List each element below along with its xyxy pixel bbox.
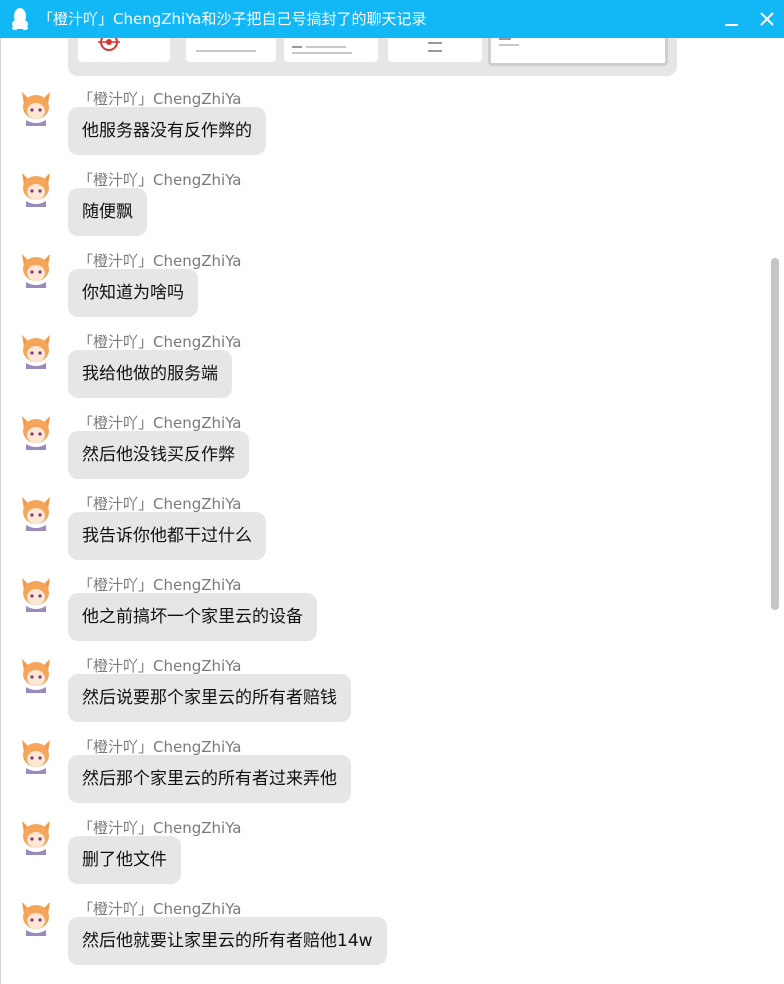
sender-name[interactable]: 「橙汁吖」ChengZhiYa [78,88,241,109]
title-bar: 「橙汁吖」ChengZhiYa和沙子把自己号搞封了的聊天记录 [0,0,784,38]
message-bubble[interactable]: 随便飘 [68,188,147,236]
avatar[interactable] [18,819,54,855]
minimize-button[interactable] [717,4,747,34]
chat-message: 「橙汁吖」ChengZhiYa 然后说要那个家里云的所有者赔钱 [1,657,784,738]
message-bubble[interactable]: 他服务器没有反作弊的 [68,107,266,155]
avatar[interactable] [18,414,54,450]
message-bubble[interactable]: 然后那个家里云的所有者过来弄他 [68,755,351,803]
image-thumbnail[interactable] [78,38,170,62]
chat-message: 「橙汁吖」ChengZhiYa 删了他文件 [1,819,784,900]
minimize-icon [725,24,738,26]
avatar[interactable] [18,252,54,288]
chat-message: 「橙汁吖」ChengZhiYa 我给他做的服务端 [1,333,784,414]
chat-message: 「橙汁吖」ChengZhiYa 然后他就要让家里云的所有者赔他14w [1,900,784,981]
scrollbar-thumb[interactable] [771,258,779,610]
image-thumbnail[interactable] [388,38,482,62]
avatar[interactable] [18,738,54,774]
image-thumbnail[interactable] [186,38,276,62]
avatar[interactable] [18,657,54,693]
chat-message: 「橙汁吖」ChengZhiYa 他服务器没有反作弊的 [1,90,784,171]
chat-message: 「橙汁吖」ChengZhiYa 随便飘 [1,171,784,252]
sender-name[interactable]: 「橙汁吖」ChengZhiYa [78,898,241,919]
sender-name[interactable]: 「橙汁吖」ChengZhiYa [78,493,241,514]
sender-name[interactable]: 「橙汁吖」ChengZhiYa [78,736,241,757]
message-bubble[interactable]: 我告诉你他都干过什么 [68,512,266,560]
chat-message: 「橙汁吖」ChengZhiYa 然后那个家里云的所有者过来弄他 [1,738,784,819]
sender-name[interactable]: 「橙汁吖」ChengZhiYa [78,817,241,838]
message-bubble[interactable]: 你知道为啥吗 [68,269,198,317]
close-button[interactable] [752,4,782,34]
sender-name[interactable]: 「橙汁吖」ChengZhiYa [78,331,241,352]
avatar[interactable] [18,90,54,126]
sender-name[interactable]: 「橙汁吖」ChengZhiYa [78,655,241,676]
avatar[interactable] [18,333,54,369]
message-bubble[interactable]: 他之前搞坏一个家里云的设备 [68,593,317,641]
chat-message: 「橙汁吖」ChengZhiYa 我告诉你他都干过什么 [1,495,784,576]
avatar[interactable] [18,171,54,207]
avatar[interactable] [18,576,54,612]
chat-message: 「橙汁吖」ChengZhiYa 然后他没钱买反作弊 [1,414,784,495]
message-bubble[interactable]: 然后他没钱买反作弊 [68,431,249,479]
qq-penguin-icon [12,8,28,30]
red-seal-image [98,38,120,51]
chat-message: 「橙汁吖」ChengZhiYa 你知道为啥吗 [1,252,784,333]
message-bubble[interactable]: 我给他做的服务端 [68,350,232,398]
image-thumbnail-selected[interactable] [488,38,668,66]
chat-message: 「橙汁吖」ChengZhiYa 他之前搞坏一个家里云的设备 [1,576,784,657]
sender-name[interactable]: 「橙汁吖」ChengZhiYa [78,574,241,595]
sender-name[interactable]: 「橙汁吖」ChengZhiYa [78,250,241,271]
message-bubble[interactable]: 然后他就要让家里云的所有者赔他14w [68,917,387,965]
avatar[interactable] [18,900,54,936]
message-bubble[interactable]: 然后说要那个家里云的所有者赔钱 [68,674,351,722]
sender-name[interactable]: 「橙汁吖」ChengZhiYa [78,169,241,190]
sender-name[interactable]: 「橙汁吖」ChengZhiYa [78,412,241,433]
window-title: 「橙汁吖」ChengZhiYa和沙子把自己号搞封了的聊天记录 [38,10,427,28]
image-preview-card[interactable] [68,38,677,76]
chat-history: 「橙汁吖」ChengZhiYa 他服务器没有反作弊的 「橙汁吖」ChengZhiYa… [0,38,784,984]
scrollbar[interactable] [768,38,782,984]
avatar[interactable] [18,495,54,531]
message-bubble[interactable]: 删了他文件 [68,836,181,884]
image-thumbnail[interactable] [284,38,378,62]
close-icon [760,12,774,26]
